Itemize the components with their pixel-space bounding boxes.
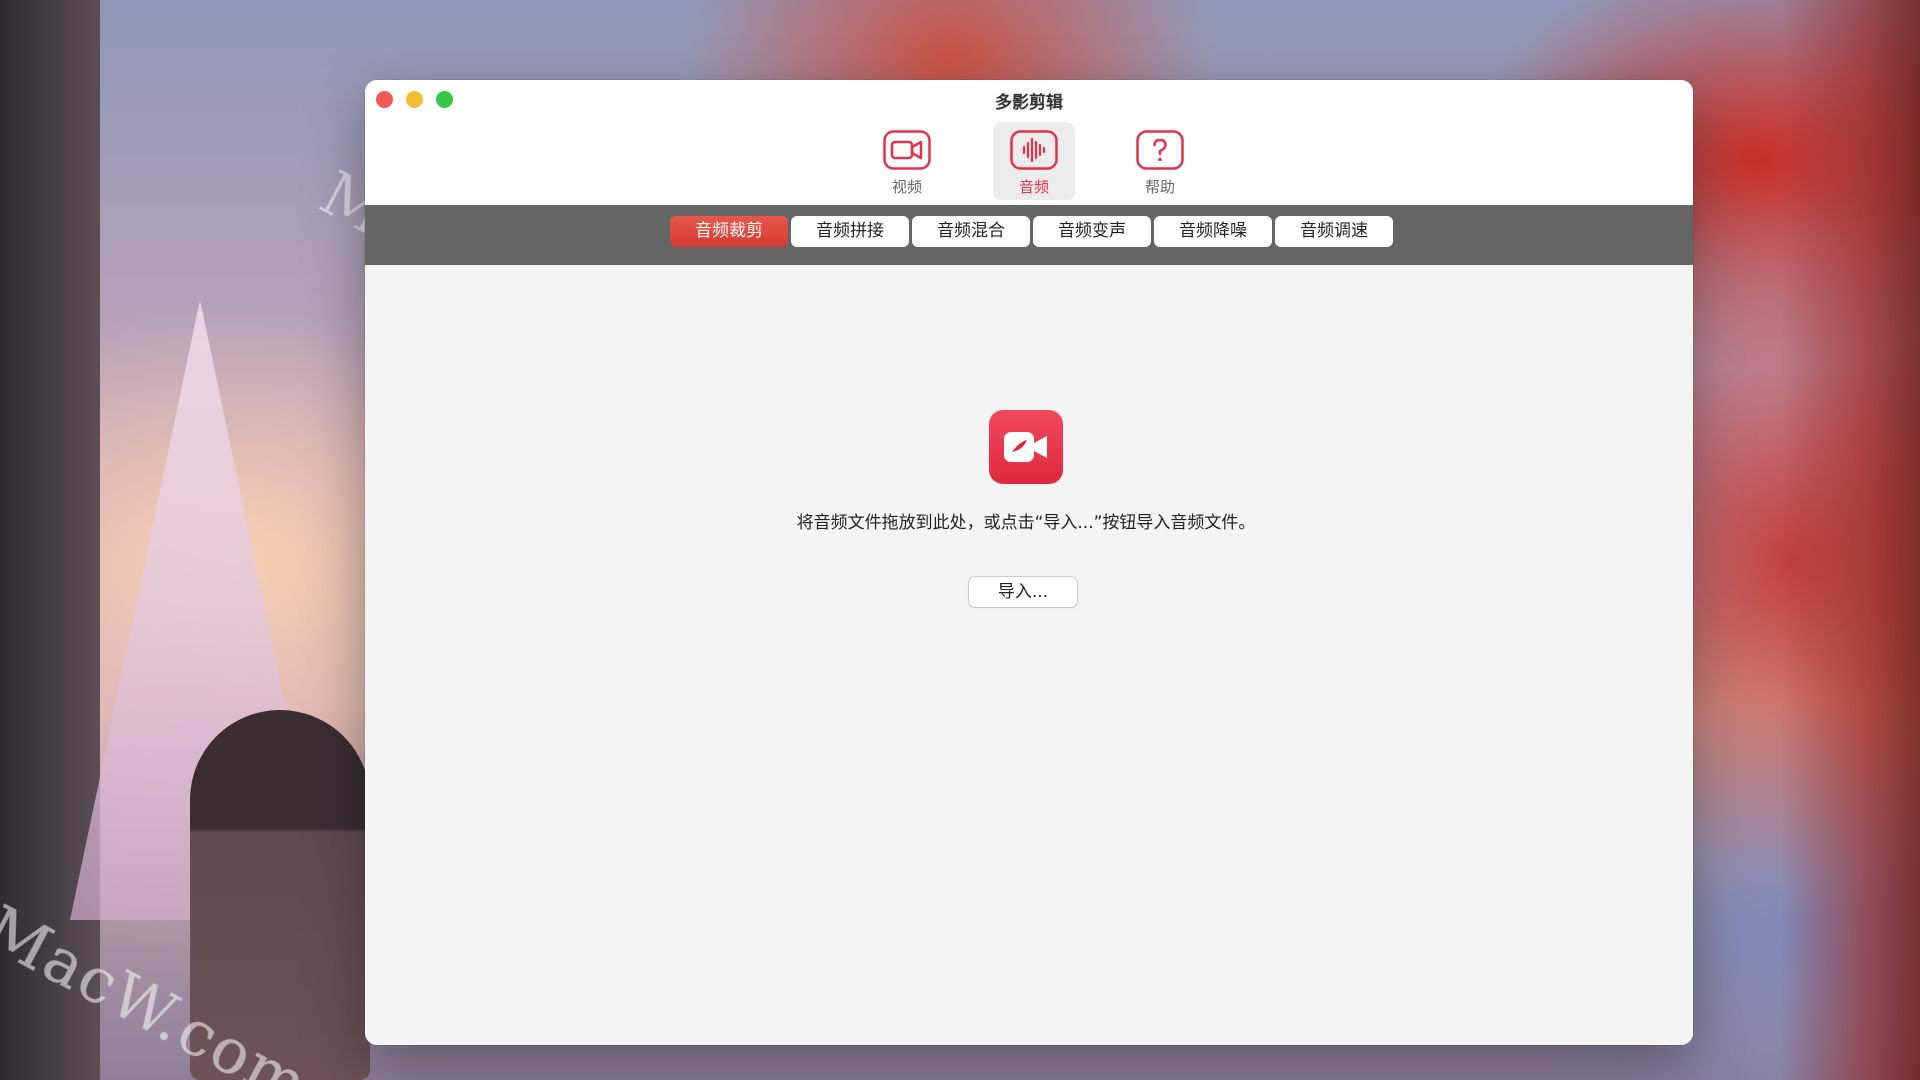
help-question-icon: [1136, 130, 1184, 170]
window-title: 多影剪辑: [995, 93, 1063, 113]
wallpaper-red-foliage: [1780, 0, 1920, 1080]
toolbar-video-label: 视频: [891, 178, 922, 196]
toolbar-audio-button[interactable]: 音频: [993, 122, 1075, 200]
desktop-background: MacW.com MacW.com MacW.com 多影剪辑 视频: [0, 0, 1920, 1080]
segmented-control: 音频裁剪 音频拼接 音频混合 音频变声 音频降噪 音频调速: [670, 216, 1393, 247]
tab-audio-join[interactable]: 音频拼接: [791, 216, 909, 247]
toolbar-audio-label: 音频: [1018, 178, 1049, 196]
toolbar-help-button[interactable]: 帮助: [1119, 122, 1201, 200]
import-button[interactable]: 导入...: [969, 577, 1077, 607]
toolbar-help-label: 帮助: [1144, 178, 1175, 196]
app-window: 多影剪辑 视频 音频 帮助 音频裁剪 音频拼接 音频混合 音频变声 音频降噪 音…: [365, 80, 1693, 1045]
video-recorder-icon: [989, 410, 1063, 484]
toolbar: 视频 音频 帮助: [365, 120, 1693, 200]
drop-zone[interactable]: 将音频文件拖放到此处，或点击“导入...”按钮导入音频文件。 导入...: [365, 265, 1693, 1045]
titlebar: 多影剪辑 视频 音频 帮助: [365, 80, 1693, 205]
video-camera-icon: [883, 130, 931, 170]
audio-waveform-icon: [1010, 130, 1058, 170]
tab-audio-trim[interactable]: 音频裁剪: [670, 216, 788, 247]
function-tab-bar: 音频裁剪 音频拼接 音频混合 音频变声 音频降噪 音频调速: [365, 205, 1693, 265]
tab-noise-reduction[interactable]: 音频降噪: [1154, 216, 1272, 247]
tab-speed-adjust[interactable]: 音频调速: [1275, 216, 1393, 247]
drop-hint-text: 将音频文件拖放到此处，或点击“导入...”按钮导入音频文件。: [796, 513, 1256, 533]
tab-audio-mix[interactable]: 音频混合: [912, 216, 1030, 247]
tab-voice-change[interactable]: 音频变声: [1033, 216, 1151, 247]
toolbar-video-button[interactable]: 视频: [866, 122, 948, 200]
